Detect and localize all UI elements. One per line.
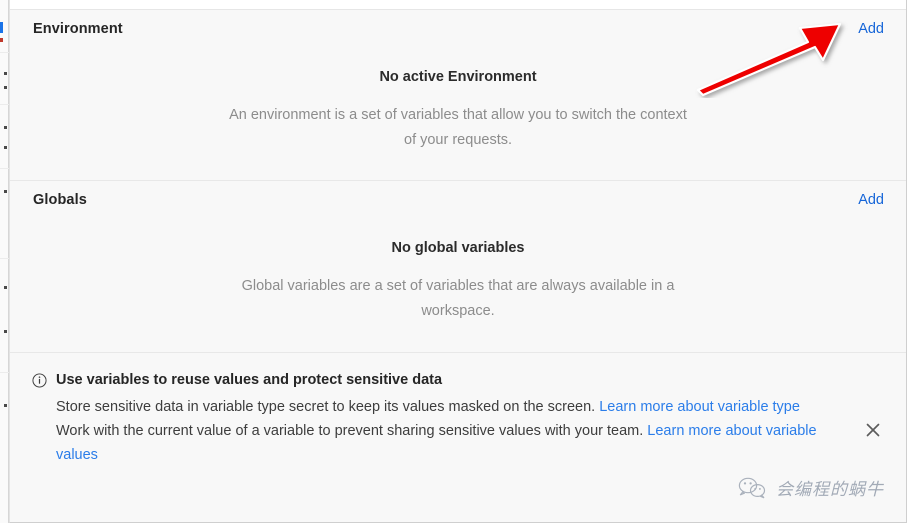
sidebar-item-dot bbox=[4, 330, 7, 333]
globals-empty-title: No global variables bbox=[391, 240, 525, 256]
info-banner-heading: Use variables to reuse values and protec… bbox=[56, 372, 443, 388]
environment-section-title: Environment bbox=[33, 20, 123, 37]
info-circle-icon bbox=[32, 373, 47, 388]
sidebar-item-dot bbox=[4, 126, 7, 129]
sidebar-divider bbox=[0, 372, 9, 373]
globals-empty-description: Global variables are a set of variables … bbox=[241, 278, 675, 319]
close-banner-button[interactable] bbox=[864, 421, 882, 439]
environment-empty-description: An environment is a set of variables tha… bbox=[229, 107, 687, 148]
sidebar-item-dot bbox=[4, 86, 7, 89]
sidebar-item-dot bbox=[4, 72, 7, 75]
environment-section: Environment Add No active Environment An… bbox=[10, 10, 906, 180]
info-banner-paragraph-1: Store sensitive data in variable type se… bbox=[56, 395, 846, 419]
globals-section: Globals Add No global variables Global v… bbox=[10, 180, 906, 352]
environment-section-header: Environment Add bbox=[10, 10, 906, 47]
learn-more-variable-type-link[interactable]: Learn more about variable type bbox=[599, 399, 800, 415]
sidebar-item-dot bbox=[4, 190, 7, 193]
watermark-text: 会编程的蜗牛 bbox=[776, 480, 884, 500]
info-banner-paragraph-2: Work with the current value of a variabl… bbox=[56, 419, 846, 467]
info-paragraph-1-text: Store sensitive data in variable type se… bbox=[56, 399, 600, 415]
info-icon-wrapper bbox=[32, 371, 54, 388]
globals-empty-state: No global variables Global variables are… bbox=[10, 218, 906, 324]
sidebar-item-dot bbox=[4, 404, 7, 407]
watermark: 会编程的蜗牛 bbox=[737, 475, 884, 500]
sidebar-item-dot bbox=[4, 146, 7, 149]
sidebar-active-marker bbox=[0, 22, 3, 33]
info-paragraph-2-text: Work with the current value of a variabl… bbox=[56, 423, 648, 439]
sidebar-divider bbox=[0, 52, 9, 53]
sidebar-divider bbox=[0, 168, 9, 169]
main-panel: Environment Add No active Environment An… bbox=[9, 0, 907, 523]
wechat-icon bbox=[738, 477, 766, 498]
sidebar-sliver[interactable] bbox=[0, 0, 9, 523]
app-root: Environment Add No active Environment An… bbox=[0, 0, 907, 523]
environment-empty-title: No active Environment bbox=[379, 69, 537, 85]
sidebar-marker-secondary bbox=[0, 38, 3, 42]
sidebar-item-dot bbox=[4, 286, 7, 289]
close-icon bbox=[866, 423, 880, 437]
add-environment-button[interactable]: Add bbox=[858, 21, 884, 37]
info-banner-body: Use variables to reuse values and protec… bbox=[54, 371, 856, 467]
globals-section-header: Globals Add bbox=[10, 181, 906, 218]
globals-section-title: Globals bbox=[33, 191, 87, 208]
add-global-variable-button[interactable]: Add bbox=[858, 192, 884, 208]
panel-top-strip bbox=[10, 0, 906, 10]
info-banner: Use variables to reuse values and protec… bbox=[10, 352, 906, 522]
sidebar-divider bbox=[0, 104, 9, 105]
environment-empty-state: No active Environment An environment is … bbox=[10, 47, 906, 153]
sidebar-divider bbox=[0, 258, 9, 259]
